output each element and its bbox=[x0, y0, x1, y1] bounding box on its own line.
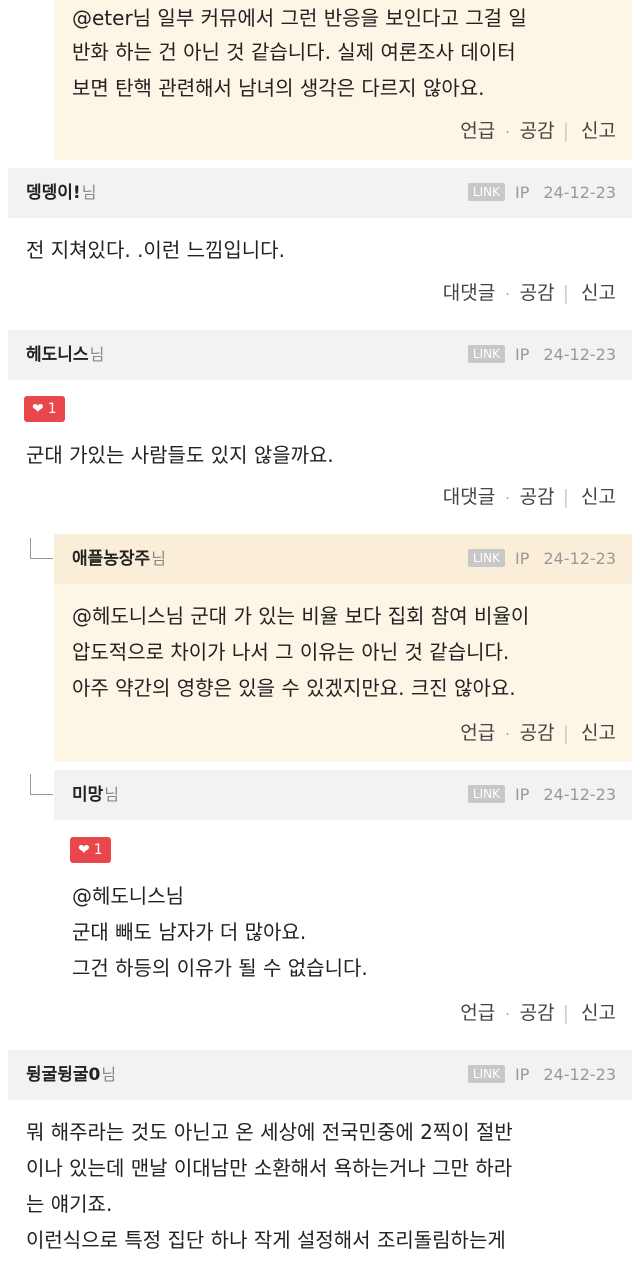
comment-author[interactable]: 미망님 bbox=[72, 770, 119, 820]
report-button[interactable]: 신고 bbox=[581, 120, 616, 142]
mention-button[interactable]: 언급 bbox=[460, 120, 495, 142]
link-badge[interactable]: LINK bbox=[467, 345, 505, 363]
link-badge[interactable]: LINK bbox=[467, 1065, 505, 1083]
comment-text-line: 뭐 해주라는 것도 아닌고 온 세상에 전국민중에 2찍이 절반 bbox=[26, 1120, 513, 1144]
comment-text-line: 반화 하는 건 아닌 것 같습니다. 실제 여론조사 데이터 bbox=[72, 40, 516, 64]
ip-label: IP bbox=[515, 345, 530, 364]
divider: | bbox=[562, 722, 570, 744]
link-badge[interactable]: LINK bbox=[467, 785, 505, 803]
reply-button[interactable]: 대댓글 bbox=[443, 282, 495, 304]
comment-actions: 대댓글 · 공감 | 신고 bbox=[443, 278, 616, 305]
mention-button[interactable]: 언급 bbox=[460, 1002, 495, 1024]
comment-text-line: 아주 약간의 영향은 있을 수 있겠지만요. 크진 않아요. bbox=[72, 676, 516, 700]
mention-button[interactable]: 언급 bbox=[460, 722, 495, 744]
report-button[interactable]: 신고 bbox=[581, 486, 616, 508]
comment-date: 24-12-23 bbox=[543, 549, 616, 568]
comment-meta: LINK IP 24-12-23 bbox=[467, 330, 616, 380]
divider: | bbox=[562, 486, 570, 508]
heart-icon: ❤ bbox=[32, 401, 44, 417]
comment-actions: 언급 · 공감 | 신고 bbox=[460, 116, 616, 143]
like-button[interactable]: 공감 bbox=[520, 282, 555, 304]
comment-actions: 언급 · 공감 | 신고 bbox=[460, 718, 616, 745]
comment-text-line: 이런식으로 특정 집단 하나 작게 설정해서 조리돌림하는게 bbox=[26, 1228, 506, 1252]
comment-meta: LINK IP 24-12-23 bbox=[467, 534, 616, 584]
comment-text-line: @헤도니스님 bbox=[72, 884, 184, 908]
ip-label: IP bbox=[515, 183, 530, 202]
comment-text-line: 압도적으로 차이가 나서 그 이유는 아닌 것 같습니다. bbox=[72, 640, 510, 664]
author-suffix: 님 bbox=[81, 183, 97, 202]
comment-text-line: @헤도니스님 군대 가 있는 비율 보다 집회 참여 비율이 bbox=[72, 604, 530, 628]
comment-text-line: 이나 있는데 맨날 이대남만 소환해서 욕하는거나 그만 하라 bbox=[26, 1156, 513, 1180]
comment-date: 24-12-23 bbox=[543, 1065, 616, 1084]
comment-author[interactable]: 뒹굴뒹굴0님 bbox=[26, 1050, 116, 1100]
comment-header: 뎅뎅이!님 LINK IP 24-12-23 bbox=[8, 168, 632, 218]
author-name[interactable]: 뎅뎅이! bbox=[26, 183, 81, 203]
author-name[interactable]: 뒹굴뒹굴0 bbox=[26, 1065, 100, 1085]
comment-text-line: 전 지쳐있다. .이런 느낌입니다. bbox=[26, 238, 285, 262]
comment-text-line: 보면 탄핵 관련해서 남녀의 생각은 다르지 않아요. bbox=[72, 76, 485, 100]
comment-text-line: 군대 빼도 남자가 더 많아요. bbox=[72, 920, 307, 944]
comment-author[interactable]: 애플농장주님 bbox=[72, 534, 166, 584]
reply-indicator-icon bbox=[30, 538, 53, 559]
comment-actions: 대댓글 · 공감 | 신고 bbox=[443, 482, 616, 509]
reply-button[interactable]: 대댓글 bbox=[443, 486, 495, 508]
comment-text-line: 군대 가있는 사람들도 있지 않을까요. bbox=[26, 443, 334, 467]
like-count-badge[interactable]: ❤ 1 bbox=[70, 837, 111, 863]
comment-text-line: 는 얘기죠. bbox=[26, 1192, 113, 1216]
comment-date: 24-12-23 bbox=[543, 785, 616, 804]
ip-label: IP bbox=[515, 549, 530, 568]
divider: | bbox=[562, 1002, 570, 1024]
ip-label: IP bbox=[515, 1065, 530, 1084]
author-suffix: 님 bbox=[89, 345, 105, 364]
comment-actions: 언급 · 공감 | 신고 bbox=[460, 998, 616, 1025]
separator-dot: · bbox=[505, 727, 510, 743]
like-count: 1 bbox=[93, 842, 103, 858]
comment-header: 뒹굴뒹굴0님 LINK IP 24-12-23 bbox=[8, 1050, 632, 1100]
author-name[interactable]: 헤도니스 bbox=[26, 345, 89, 365]
author-name[interactable]: 애플농장주 bbox=[72, 549, 150, 569]
heart-icon: ❤ bbox=[78, 842, 90, 858]
comment-meta: LINK IP 24-12-23 bbox=[467, 168, 616, 218]
ip-label: IP bbox=[515, 785, 530, 804]
comment-header: 미망님 LINK IP 24-12-23 bbox=[54, 770, 632, 820]
comment-text-line: 그건 하등의 이유가 될 수 없습니다. bbox=[72, 956, 368, 980]
comment-header: 애플농장주님 LINK IP 24-12-23 bbox=[54, 534, 632, 584]
comment-header: 헤도니스님 LINK IP 24-12-23 bbox=[8, 330, 632, 380]
author-suffix: 님 bbox=[101, 1065, 117, 1084]
divider: | bbox=[562, 120, 570, 142]
author-name[interactable]: 미망 bbox=[72, 785, 103, 805]
like-button[interactable]: 공감 bbox=[520, 486, 555, 508]
report-button[interactable]: 신고 bbox=[581, 722, 616, 744]
like-button[interactable]: 공감 bbox=[520, 722, 555, 744]
like-button[interactable]: 공감 bbox=[520, 120, 555, 142]
divider: | bbox=[562, 282, 570, 304]
separator-dot: · bbox=[505, 1007, 510, 1023]
reply-indicator-icon bbox=[30, 774, 53, 795]
link-badge[interactable]: LINK bbox=[467, 549, 505, 567]
comment-date: 24-12-23 bbox=[543, 183, 616, 202]
comment-author[interactable]: 뎅뎅이!님 bbox=[26, 168, 96, 218]
comment-author[interactable]: 헤도니스님 bbox=[26, 330, 104, 380]
author-suffix: 님 bbox=[151, 549, 166, 568]
separator-dot: · bbox=[505, 125, 510, 141]
like-button[interactable]: 공감 bbox=[520, 1002, 555, 1024]
comment-text-line: @eter님 일부 커뮤에서 그런 반응을 보인다고 그걸 일 bbox=[72, 6, 527, 30]
separator-dot: · bbox=[505, 287, 510, 303]
link-badge[interactable]: LINK bbox=[467, 183, 505, 201]
like-count: 1 bbox=[47, 401, 57, 417]
report-button[interactable]: 신고 bbox=[581, 282, 616, 304]
comment-date: 24-12-23 bbox=[543, 345, 616, 364]
like-count-badge[interactable]: ❤ 1 bbox=[24, 396, 65, 422]
comment-meta: LINK IP 24-12-23 bbox=[467, 1050, 616, 1100]
comment-meta: LINK IP 24-12-23 bbox=[467, 770, 616, 820]
report-button[interactable]: 신고 bbox=[581, 1002, 616, 1024]
author-suffix: 님 bbox=[104, 785, 120, 804]
separator-dot: · bbox=[505, 491, 510, 507]
